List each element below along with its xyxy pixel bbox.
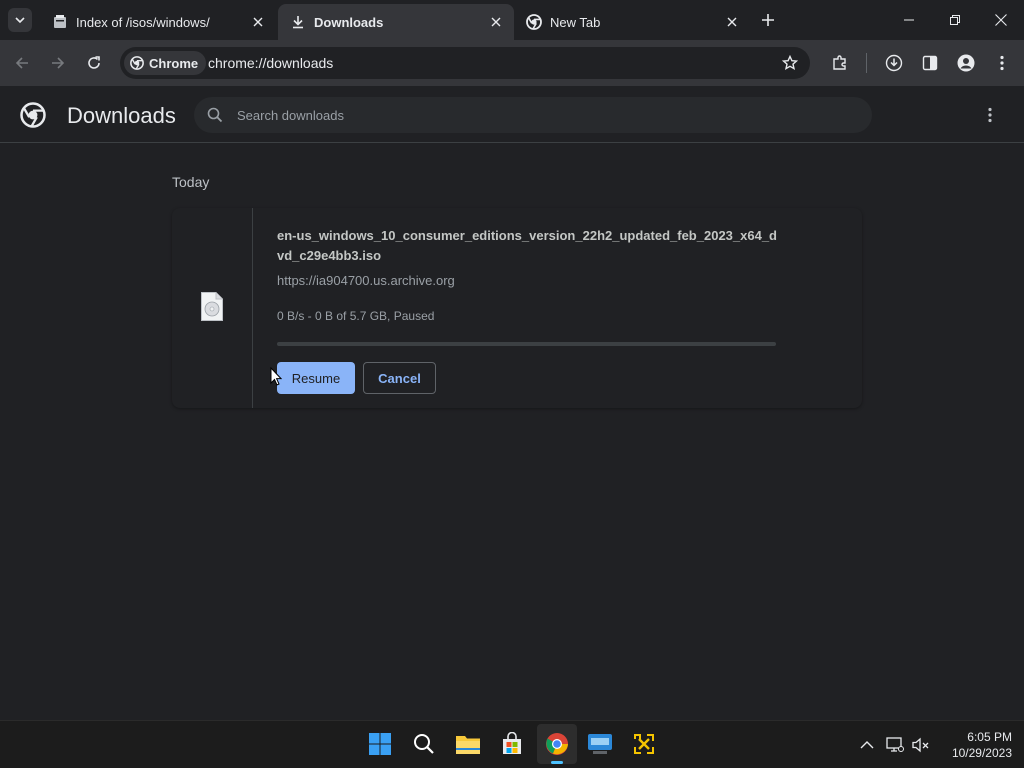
downloads-button[interactable] (880, 49, 908, 77)
file-source-url[interactable]: https://ia904700.us.archive.org (277, 273, 455, 288)
file-name[interactable]: en-us_windows_10_consumer_editions_versi… (277, 226, 777, 266)
chrome-taskbar-button[interactable] (537, 724, 577, 764)
side-panel-icon (922, 55, 938, 71)
tab-index-isos[interactable]: Index of /isos/windows/ (40, 4, 276, 40)
download-icon (290, 14, 306, 30)
file-explorer-icon (456, 736, 480, 754)
keyboard-app-button[interactable] (580, 724, 620, 764)
close-icon[interactable] (488, 14, 504, 30)
network-icon (886, 737, 904, 752)
more-vert-icon (988, 107, 992, 123)
restore-button[interactable] (932, 0, 978, 40)
star-icon (782, 55, 798, 70)
extensions-button[interactable] (826, 49, 854, 77)
tab-title: Downloads (314, 14, 384, 30)
date-group-label: Today (172, 174, 210, 190)
side-panel-button[interactable] (916, 49, 944, 77)
bookmark-button[interactable] (778, 51, 802, 75)
download-circle-icon (885, 54, 903, 72)
keyboard-app-icon (588, 734, 612, 754)
archive-icon (52, 14, 68, 30)
toolbar-divider (866, 53, 867, 73)
disc-file-icon (201, 292, 223, 321)
minimize-button[interactable] (886, 0, 932, 40)
close-icon[interactable] (724, 14, 740, 30)
puzzle-icon (833, 55, 846, 70)
reload-icon (88, 56, 100, 69)
taskbar-search-button[interactable] (404, 724, 444, 764)
tab-new-tab[interactable]: New Tab (514, 4, 750, 40)
chrome-icon (526, 14, 542, 30)
chrome-icon (130, 56, 144, 70)
mouse-cursor-icon (270, 367, 282, 386)
card-divider (252, 208, 253, 408)
profile-button[interactable] (952, 49, 980, 77)
site-info-chip[interactable]: Chrome (124, 51, 207, 75)
active-app-indicator (551, 761, 563, 764)
start-button[interactable] (360, 724, 400, 764)
resume-button[interactable]: Resume (277, 362, 355, 394)
more-vert-icon (1000, 55, 1004, 71)
cancel-button[interactable]: Cancel (363, 362, 436, 394)
chip-label: Chrome (149, 55, 199, 71)
address-url[interactable]: chrome://downloads (208, 55, 333, 71)
network-status-button[interactable] (886, 736, 904, 754)
tab-title: Index of /isos/windows/ (76, 14, 210, 30)
network-tool-button[interactable] (624, 724, 664, 764)
minimize-icon (904, 19, 914, 21)
search-icon (207, 107, 223, 123)
chevron-down-icon (15, 17, 25, 24)
search-icon (414, 734, 434, 754)
avatar-icon (957, 54, 975, 72)
new-tab-button[interactable] (756, 8, 780, 32)
start-icon (369, 733, 391, 755)
chevron-up-icon (860, 741, 874, 749)
tab-downloads[interactable]: Downloads (278, 4, 514, 40)
store-icon (503, 732, 521, 754)
reload-button[interactable] (80, 49, 108, 77)
download-progress-bar (277, 342, 776, 346)
network-tool-icon (632, 732, 656, 756)
page-title: Downloads (67, 103, 176, 128)
tab-title: New Tab (550, 14, 601, 30)
close-icon (995, 14, 1007, 26)
downloads-menu-button[interactable] (976, 101, 1004, 129)
close-icon[interactable] (250, 14, 266, 30)
forward-button[interactable] (44, 49, 72, 77)
search-input[interactable] (237, 104, 837, 126)
volume-button[interactable] (912, 736, 930, 754)
chrome-logo-icon (20, 102, 46, 128)
clock-time: 6:05 PM (967, 730, 1012, 744)
download-status: 0 B/s - 0 B of 5.7 GB, Paused (277, 309, 435, 323)
restore-icon (950, 15, 960, 25)
store-button[interactable] (492, 724, 532, 764)
volume-muted-icon (912, 737, 929, 753)
system-clock[interactable]: 6:05 PM 10/29/2023 (936, 729, 1012, 761)
back-button[interactable] (8, 49, 36, 77)
file-explorer-button[interactable] (448, 724, 488, 764)
show-hidden-icons-button[interactable] (858, 736, 876, 754)
tab-search-button[interactable] (8, 8, 32, 32)
clock-date: 10/29/2023 (951, 746, 1012, 760)
arrow-right-icon (52, 57, 65, 69)
chrome-icon (546, 733, 568, 755)
arrow-left-icon (15, 57, 28, 69)
plus-icon (762, 14, 774, 26)
close-window-button[interactable] (978, 0, 1024, 40)
browser-menu-button[interactable] (988, 49, 1016, 77)
